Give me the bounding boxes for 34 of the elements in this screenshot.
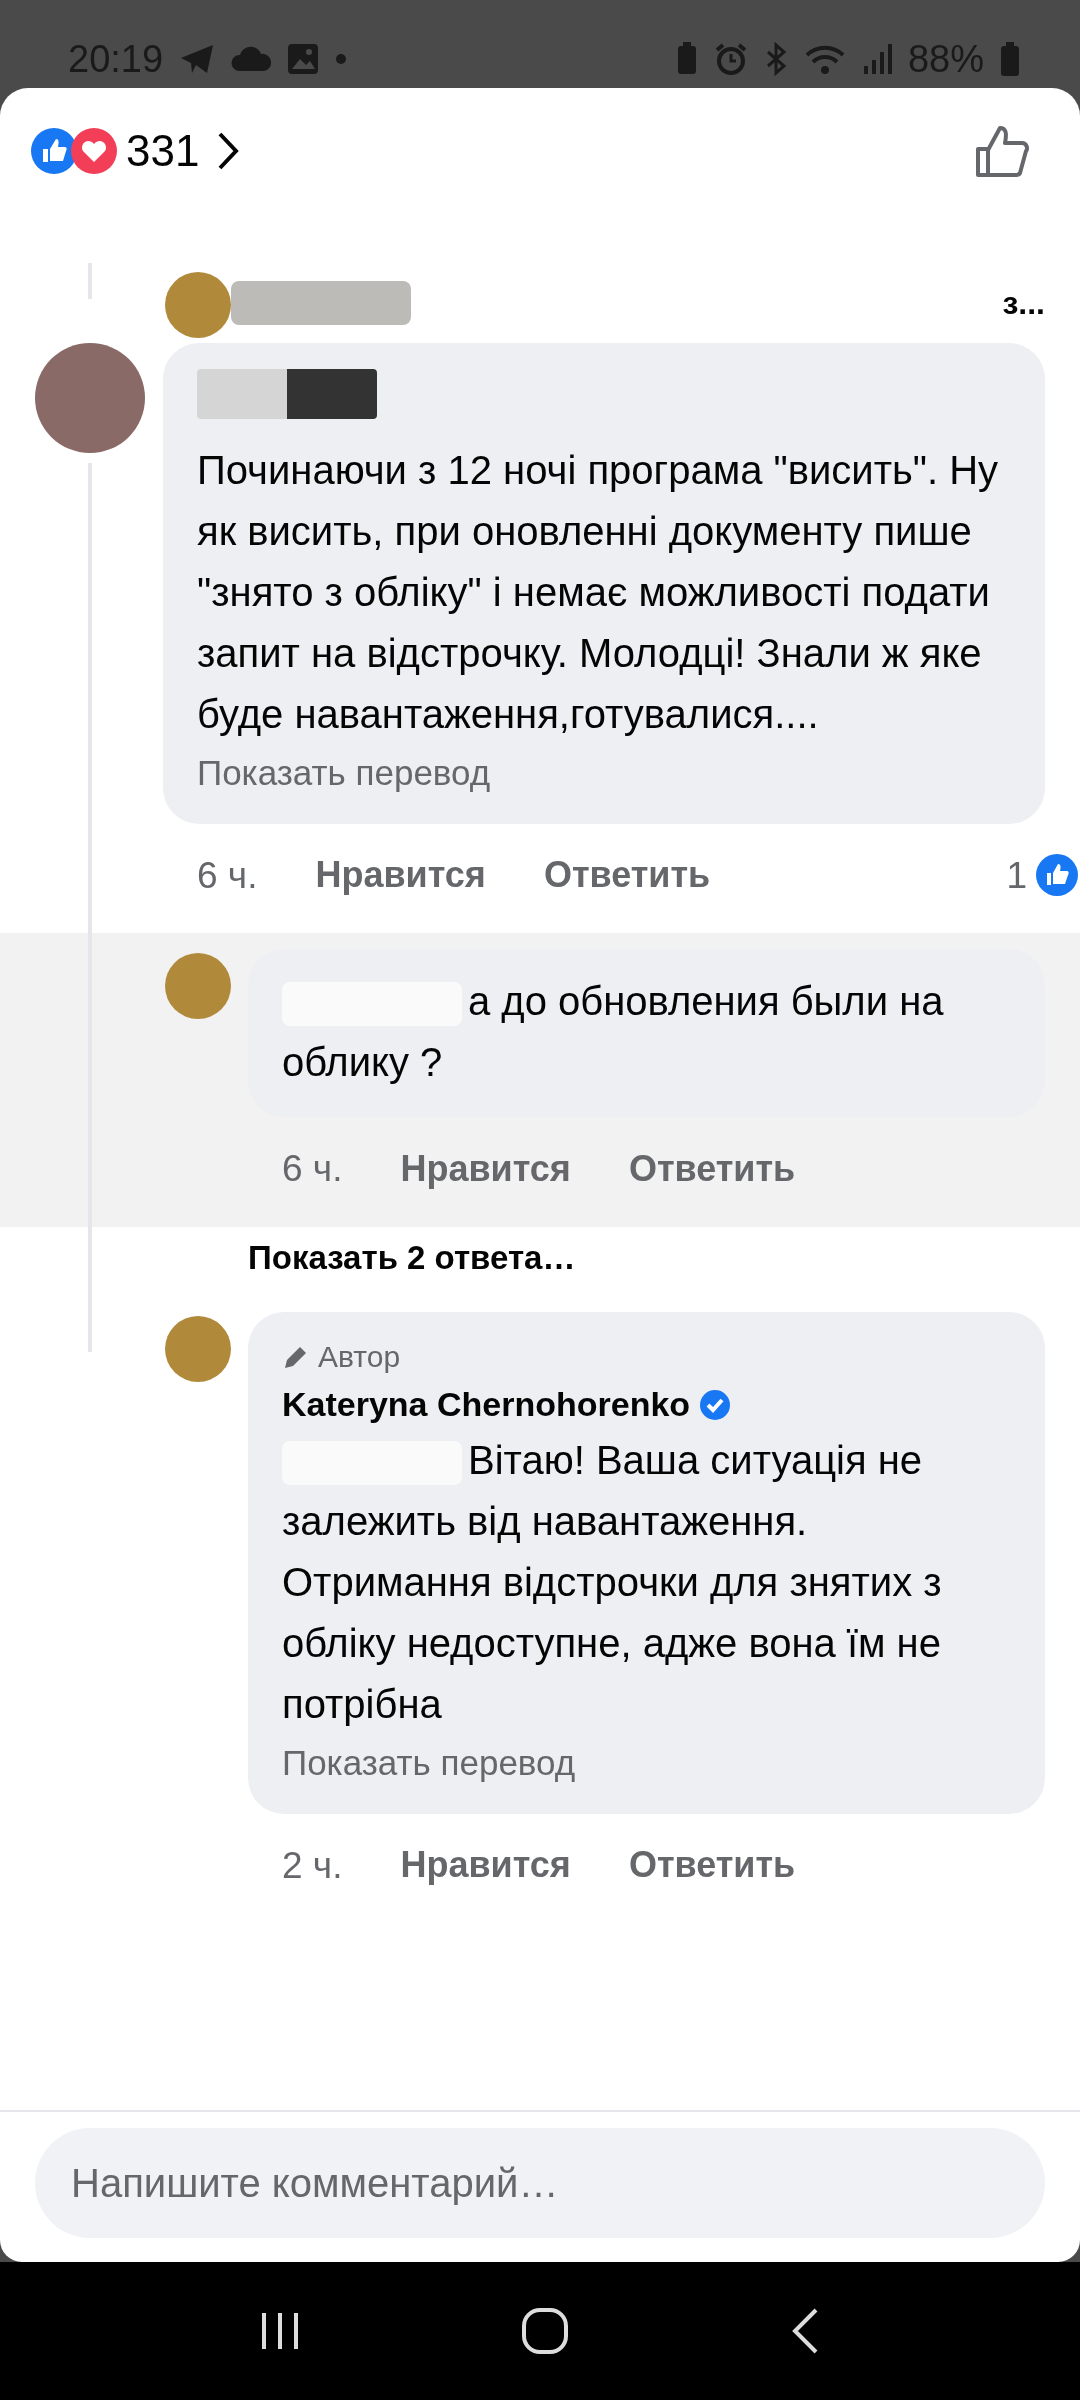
image-icon — [287, 43, 320, 75]
paper-plane-icon — [179, 43, 216, 75]
comment-author: з... — [1002, 284, 1045, 323]
dot-icon — [335, 53, 348, 65]
reply-link[interactable]: Ответить — [628, 1141, 796, 1196]
reply-link[interactable]: Ответить — [628, 1838, 796, 1893]
comment-text: а до обновления были на облику ? — [282, 979, 944, 1084]
battery-icon — [1000, 42, 1020, 76]
reaction-count[interactable]: 331 — [126, 117, 200, 184]
comment-text: Вітаю! Ваша ситуація не залежить від навантаження. Отримання відстрочки для знятих з обліку недоступне, адже вона їм не потрібна — [282, 1438, 942, 1726]
signal-bars-icon — [861, 44, 892, 74]
comment-text: Починаючи з 12 ночі програма "висить". Ну як висить, при оновленні документу пише "знято з обліку" і немає можливості подати запит на відстрочку. Молодці! Знали ж яке буде навантаження,готувалися.... — [197, 447, 1000, 738]
like-reaction-icon — [1035, 853, 1079, 898]
translate-link[interactable]: Показать перевод — [282, 1737, 1011, 1790]
chevron-right-icon[interactable] — [217, 130, 240, 171]
comment-author[interactable]: Kateryna Chernohorenko — [282, 1379, 691, 1430]
like-link[interactable]: Нравится — [315, 848, 486, 903]
love-reaction-icon — [70, 126, 118, 175]
home-icon[interactable] — [521, 2307, 569, 2355]
comment-input[interactable]: Напишите комментарий… — [35, 2128, 1045, 2238]
like-link[interactable]: Нравится — [400, 1141, 571, 1196]
comment-time: 2 ч. — [282, 1843, 343, 1888]
like-count: 1 — [1006, 853, 1027, 898]
show-replies-link[interactable]: Показать 2 ответа… — [248, 1226, 576, 1312]
comment-time: 6 ч. — [282, 1147, 343, 1191]
comment-time: 6 ч. — [197, 853, 258, 898]
like-link[interactable]: Нравится — [400, 1838, 571, 1893]
author-label: Автор — [318, 1339, 401, 1375]
cloud-icon — [231, 45, 272, 73]
wifi-icon — [803, 43, 846, 75]
alarm-clock-icon — [713, 42, 748, 76]
reply-link[interactable]: Ответить — [543, 848, 711, 903]
translate-link[interactable]: Показать перевод — [197, 747, 1011, 800]
battery-leaf-icon — [675, 42, 698, 76]
